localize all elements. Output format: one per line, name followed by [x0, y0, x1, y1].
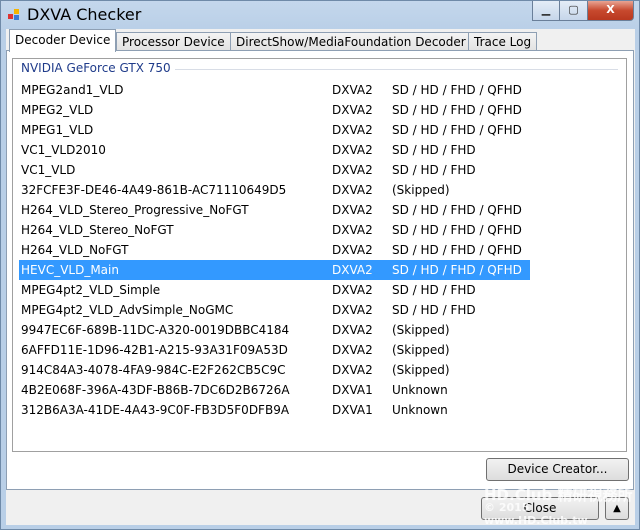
list-item[interactable]: MPEG4pt2_VLD_Simple DXVA2 SD / HD / FHD [19, 280, 530, 300]
list-item-res: SD / HD / FHD / QFHD [392, 263, 522, 277]
list-item[interactable]: 914C84A3-4078-4FA9-984C-E2F262CB5C9C DXVA… [19, 360, 530, 380]
list-item-res: (Skipped) [392, 323, 450, 337]
list-item-res: SD / HD / FHD [392, 283, 476, 297]
list-item-name: VC1_VLD [21, 163, 76, 177]
list-item-res: (Skipped) [392, 363, 450, 377]
list-item[interactable]: MPEG1_VLD DXVA2 SD / HD / FHD / QFHD [19, 120, 530, 140]
app-icon [8, 9, 20, 21]
minimize-button[interactable]: ▁ [532, 1, 560, 21]
list-item-api: DXVA2 [332, 163, 373, 177]
tab-trace-log[interactable]: Trace Log [468, 32, 538, 51]
list-item-api: DXVA2 [332, 143, 373, 157]
group-divider [175, 69, 618, 70]
list-item-api: DXVA2 [332, 203, 373, 217]
list-item-res: Unknown [392, 383, 448, 397]
list-item-res: SD / HD / FHD [392, 163, 476, 177]
tab-processor-device[interactable]: Processor Device [116, 32, 231, 51]
list-item-api: DXVA1 [332, 383, 373, 397]
list-item-api: DXVA2 [332, 323, 373, 337]
list-item-api: DXVA2 [332, 363, 373, 377]
list-item-name: 6AFFD11E-1D96-42B1-A215-93A31F09A53D [21, 343, 288, 357]
list-item-name: MPEG4pt2_VLD_Simple [21, 283, 161, 297]
list-item-name: VC1_VLD2010 [21, 143, 106, 157]
close-button[interactable]: Close [481, 497, 599, 520]
list-item-res: (Skipped) [392, 183, 450, 197]
list-item[interactable]: 312B6A3A-41DE-4A43-9C0F-FB3D5F0DFB9A DXVA… [19, 400, 530, 420]
list-item-res: SD / HD / FHD / QFHD [392, 203, 522, 217]
list-item-name: H264_VLD_Stereo_Progressive_NoFGT [21, 203, 249, 217]
list-item-api: DXVA2 [332, 343, 373, 357]
list-item-api: DXVA2 [332, 183, 373, 197]
list-item-name: 9947EC6F-689B-11DC-A320-0019DBBC4184 [21, 323, 290, 337]
list-item[interactable]: H264_VLD_Stereo_NoFGT DXVA2 SD / HD / FHD … [19, 220, 530, 240]
list-item-api: DXVA2 [332, 223, 373, 237]
tab-directshow-mediafoundation-decoder[interactable]: DirectShow/MediaFoundation Decoder [230, 32, 472, 51]
list-item[interactable]: MPEG2_VLD DXVA2 SD / HD / FHD / QFHD [19, 100, 530, 120]
list-item-res: SD / HD / FHD / QFHD [392, 243, 522, 257]
list-item[interactable]: VC1_VLD DXVA2 SD / HD / FHD [19, 160, 530, 180]
list-item-res: SD / HD / FHD / QFHD [392, 223, 522, 237]
group-header: NVIDIA GeForce GTX 750 [21, 61, 171, 75]
list-item-api: DXVA2 [332, 303, 373, 317]
maximize-button[interactable]: ▢ [559, 1, 588, 21]
expand-up-button[interactable]: ▲ [605, 497, 629, 520]
list-item-name: 32FCFE3F-DE46-4A49-861B-AC71110649D5 [21, 183, 287, 197]
client-area: Decoder Device Processor Device DirectSh… [6, 29, 635, 527]
list-item-res: SD / HD / FHD / QFHD [392, 103, 522, 117]
list-item[interactable]: 4B2E068F-396A-43DF-B86B-7DC6D2B6726A DXVA… [19, 380, 530, 400]
list-item[interactable]: H264_VLD_Stereo_Progressive_NoFGT DXVA2 SD… [19, 200, 530, 220]
device-creator-button[interactable]: Device Creator... [486, 458, 629, 481]
list-item-api: DXVA2 [332, 123, 373, 137]
list-item-res: (Skipped) [392, 343, 450, 357]
list-item-api: DXVA1 [332, 403, 373, 417]
list-item-name: MPEG2and1_VLD [21, 83, 124, 97]
list-item-name: MPEG1_VLD [21, 123, 94, 137]
list-item-name: 312B6A3A-41DE-4A43-9C0F-FB3D5F0DFB9A [21, 403, 290, 417]
list-item-res: Unknown [392, 403, 448, 417]
close-window-button[interactable]: X [587, 1, 634, 21]
list-item[interactable]: MPEG4pt2_VLD_AdvSimple_NoGMC DXVA2 SD / HD… [19, 300, 530, 320]
list-item-name: MPEG2_VLD [21, 103, 94, 117]
list-item-api: DXVA2 [332, 83, 373, 97]
list-item-res: SD / HD / FHD [392, 143, 476, 157]
list-item[interactable]: MPEG2and1_VLD DXVA2 SD / HD / FHD / QFHD [19, 80, 530, 100]
list-item[interactable]: H264_VLD_NoFGT DXVA2 SD / HD / FHD / QFHD [19, 240, 530, 260]
list-item-api: DXVA2 [332, 263, 373, 277]
decoder-list[interactable]: NVIDIA GeForce GTX 750 MPEG2and1_VLD DXVA… [12, 58, 627, 452]
list-item-res: SD / HD / FHD / QFHD [392, 123, 522, 137]
list-item[interactable]: 9947EC6F-689B-11DC-A320-0019DBBC4184 DXVA… [19, 320, 530, 340]
list-item-api: DXVA2 [332, 103, 373, 117]
window-title: DXVA Checker [27, 5, 142, 24]
list-item-name: MPEG4pt2_VLD_AdvSimple_NoGMC [21, 303, 234, 317]
list-item-res: SD / HD / FHD [392, 303, 476, 317]
list-item-name: 914C84A3-4078-4FA9-984C-E2F262CB5C9C [21, 363, 286, 377]
tab-decoder-device[interactable]: Decoder Device [9, 29, 117, 52]
list-item[interactable]: VC1_VLD2010 DXVA2 SD / HD / FHD [19, 140, 530, 160]
list-item-name: H264_VLD_NoFGT [21, 243, 129, 257]
list-item-api: DXVA2 [332, 283, 373, 297]
list-item-api: DXVA2 [332, 243, 373, 257]
list-item[interactable]: HEVC_VLD_Main DXVA2 SD / HD / FHD / QFHD [19, 260, 530, 280]
app-window: DXVA Checker ▁ ▢ X Decoder Device Proces… [0, 0, 640, 530]
list-item-name: 4B2E068F-396A-43DF-B86B-7DC6D2B6726A [21, 383, 290, 397]
list-item[interactable]: 6AFFD11E-1D96-42B1-A215-93A31F09A53D DXVA… [19, 340, 530, 360]
list-item[interactable]: 32FCFE3F-DE46-4A49-861B-AC71110649D5 DXVA… [19, 180, 530, 200]
list-item-name: HEVC_VLD_Main [21, 263, 119, 277]
list-item-name: H264_VLD_Stereo_NoFGT [21, 223, 174, 237]
list-item-res: SD / HD / FHD / QFHD [392, 83, 522, 97]
tab-page: NVIDIA GeForce GTX 750 MPEG2and1_VLD DXVA… [6, 50, 634, 490]
